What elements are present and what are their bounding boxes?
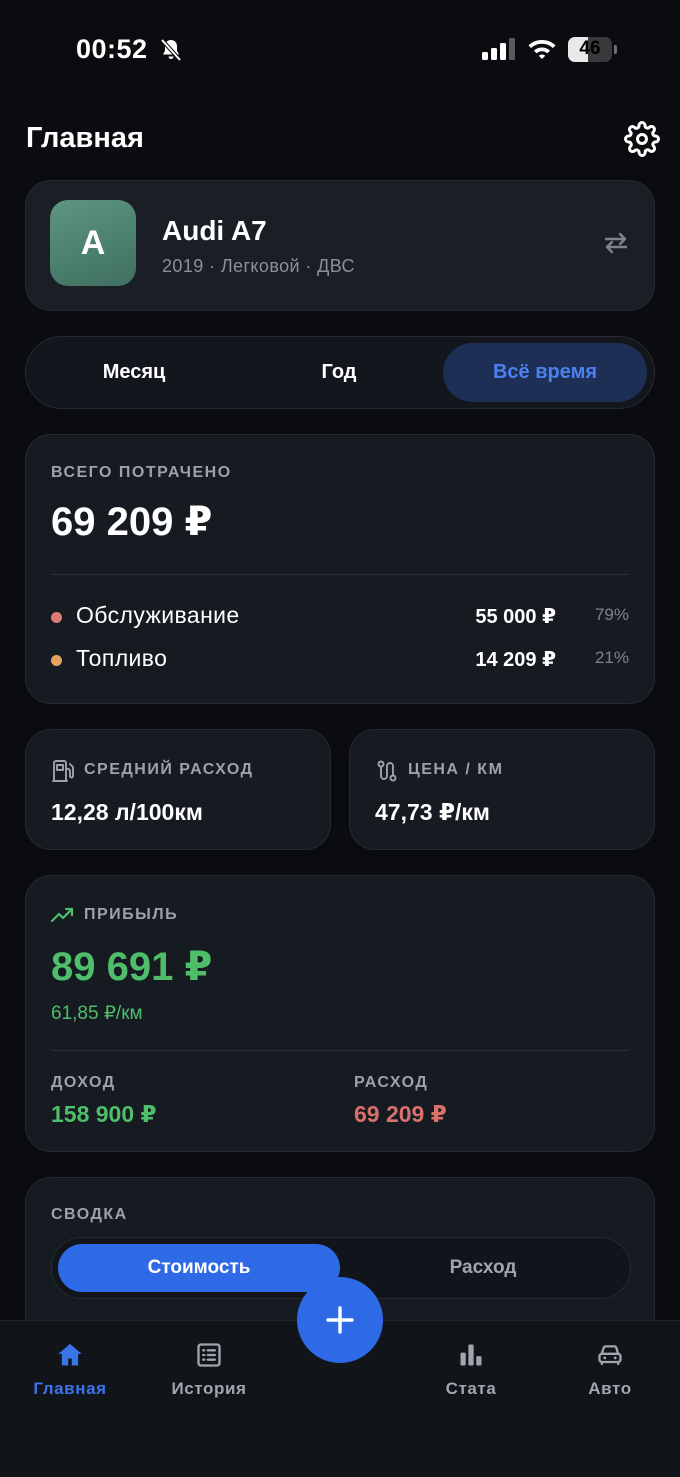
tab-label: История bbox=[171, 1379, 247, 1398]
breakdown-label: Обслуживание bbox=[76, 602, 240, 628]
profit-card: ПРИБЫЛЬ 89 691 ₽ 61,85 ₽/км ДОХОД 158 90… bbox=[25, 875, 655, 1152]
summary-label: СВОДКА bbox=[51, 1206, 128, 1223]
summary-tab-consumption[interactable]: Расход bbox=[342, 1244, 624, 1292]
breakdown-amount: 14 209 ₽ bbox=[475, 649, 556, 671]
plus-icon bbox=[326, 1306, 354, 1334]
tab-label: Главная bbox=[33, 1379, 107, 1398]
tab-label: Стата bbox=[445, 1379, 497, 1398]
list-icon bbox=[197, 1343, 221, 1367]
tab-home[interactable]: Главная bbox=[10, 1341, 130, 1399]
divider bbox=[51, 574, 629, 575]
breakdown-percent: 79% bbox=[594, 605, 629, 624]
avg-consumption-card: СРЕДНИЙ РАСХОД 12,28 л/100км bbox=[25, 729, 331, 850]
status-time: 00:52 bbox=[76, 34, 148, 64]
tab-stats[interactable]: Стата bbox=[411, 1341, 531, 1399]
vehicle-meta: 2019 · Легковой · ДВС bbox=[162, 256, 355, 276]
gear-icon[interactable] bbox=[624, 121, 660, 157]
vehicle-card[interactable]: A Audi A7 2019 · Легковой · ДВС bbox=[25, 180, 655, 311]
fuel-pump-icon bbox=[52, 760, 74, 782]
period-tab-year[interactable]: Год bbox=[237, 343, 441, 402]
breakdown-percent: 21% bbox=[594, 648, 629, 667]
summary-tab-cost[interactable]: Стоимость bbox=[58, 1244, 340, 1292]
route-icon bbox=[377, 760, 397, 782]
tab-auto[interactable]: Авто bbox=[550, 1341, 670, 1399]
period-selector: Месяц Год Всё время bbox=[25, 336, 655, 409]
tab-history[interactable]: История bbox=[149, 1341, 269, 1399]
price-per-km-card: ЦЕНА / КМ 47,73 ₽/км bbox=[349, 729, 655, 850]
car-icon bbox=[598, 1345, 622, 1365]
period-tab-month[interactable]: Месяц bbox=[32, 343, 236, 402]
breakdown-label: Топливо bbox=[76, 645, 168, 671]
breakdown-amount: 55 000 ₽ bbox=[475, 606, 556, 628]
breakdown-row-fuel: Топливо 14 209 ₽ 21% bbox=[51, 645, 629, 675]
income-value: 158 900 ₽ bbox=[51, 1101, 157, 1127]
wifi-icon bbox=[528, 40, 556, 59]
battery-level: 46 bbox=[579, 38, 601, 59]
breakdown-row-maintenance: Обслуживание 55 000 ₽ 79% bbox=[51, 602, 629, 632]
swap-arrows-icon[interactable] bbox=[602, 231, 630, 255]
total-spent-value: 69 209 ₽ bbox=[51, 500, 213, 544]
bell-muted-icon bbox=[160, 38, 182, 62]
price-per-km-value: 47,73 ₽/км bbox=[375, 799, 490, 825]
expense-value: 69 209 ₽ bbox=[354, 1101, 447, 1127]
profit-label: ПРИБЫЛЬ bbox=[84, 906, 179, 923]
status-bar: 00:52 46 bbox=[0, 0, 680, 100]
tab-label: Авто bbox=[588, 1379, 632, 1398]
page-title: Главная bbox=[26, 122, 144, 154]
income-label: ДОХОД bbox=[51, 1074, 116, 1091]
vehicle-name: Audi A7 bbox=[162, 215, 267, 246]
battery-nub bbox=[614, 45, 617, 54]
maintenance-dot bbox=[51, 612, 62, 623]
fuel-dot bbox=[51, 655, 62, 666]
bar-chart-icon bbox=[460, 1344, 482, 1366]
profit-per-km: 61,85 ₽/км bbox=[51, 1003, 143, 1024]
trending-up-icon bbox=[51, 907, 74, 923]
avg-consumption-value: 12,28 л/100км bbox=[51, 799, 203, 825]
total-spent-card: ВСЕГО ПОТРАЧЕНО 69 209 ₽ Обслуживание 55… bbox=[25, 434, 655, 704]
expense-label: РАСХОД bbox=[354, 1074, 429, 1091]
profit-value: 89 691 ₽ bbox=[51, 945, 213, 989]
price-per-km-label: ЦЕНА / КМ bbox=[408, 761, 504, 778]
add-entry-button[interactable] bbox=[297, 1277, 383, 1363]
battery-indicator: 46 bbox=[568, 37, 612, 62]
avg-consumption-label: СРЕДНИЙ РАСХОД bbox=[84, 761, 254, 778]
vehicle-avatar: A bbox=[50, 200, 136, 286]
home-icon bbox=[58, 1343, 82, 1366]
total-spent-label: ВСЕГО ПОТРАЧЕНО bbox=[51, 464, 232, 481]
signal-icon bbox=[482, 38, 515, 60]
period-tab-all-time[interactable]: Всё время bbox=[443, 343, 647, 402]
divider bbox=[51, 1050, 629, 1051]
